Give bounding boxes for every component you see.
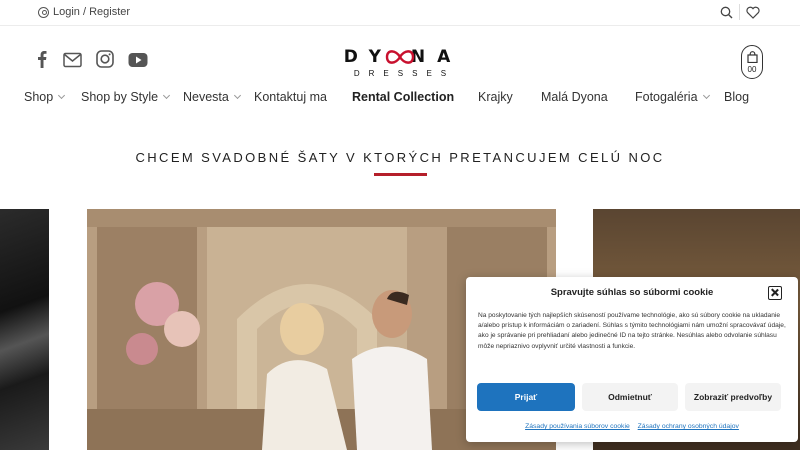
mail-icon[interactable] [63,51,82,69]
search-icon[interactable] [720,6,733,19]
nav-item-label: Krajky [478,90,513,104]
nav-item-kontaktuj-ma[interactable]: Kontaktuj ma [254,90,327,104]
site-logo[interactable]: DY NA DRESSES [330,47,470,78]
nav-item-krajky[interactable]: Krajky [478,90,513,104]
shopping-bag-icon [747,51,758,63]
accept-button[interactable]: Prijať [477,383,575,411]
nav-item-shop-by-style[interactable]: Shop by Style [81,90,171,104]
nav-item-label: Kontaktuj ma [254,90,327,104]
headline-underline [374,173,427,176]
nav-item-blog[interactable]: Blog [724,90,749,104]
nav-item-label: Blog [724,90,750,104]
youtube-icon[interactable] [128,51,148,69]
bow-icon [385,50,415,64]
logo-wordmark: DY NA [343,47,463,67]
cookie-title: Spravujte súhlas so súbormi cookie [550,287,714,298]
nav-item-label: Malá Dyona [541,90,608,104]
nav-item-shop[interactable]: Shop [24,90,66,104]
login-register-link[interactable]: Login / Register [38,6,130,18]
nav-item-nevesta[interactable]: Nevesta [183,90,241,104]
chevron-down-icon [233,91,241,100]
instagram-icon[interactable] [96,50,114,68]
nav-item-fotogaleria[interactable]: Fotogaléria [635,90,710,104]
gallery-image-left[interactable] [0,209,49,450]
cookie-consent-dialog: Spravujte súhlas so súbormi cookie Na po… [466,277,798,442]
wishlist-heart-icon[interactable] [746,6,760,19]
nav-item-label: Rental Collection [352,90,455,104]
user-icon [38,6,49,18]
facebook-icon[interactable] [37,50,47,68]
divider [739,4,740,20]
privacy-policy-link[interactable]: Zásady ochrany osobných údajov [638,423,739,430]
nav-item-label: Shop [24,90,54,104]
close-icon[interactable] [768,286,782,300]
chevron-down-icon [163,91,171,100]
cookie-policy-link[interactable]: Zásady používania súborov cookie [525,423,630,430]
top-bar: Login / Register [0,0,800,26]
preferences-button[interactable]: Zobraziť predvoľby [685,383,781,411]
nav-item-rental-collection[interactable]: Rental Collection [352,90,454,104]
nav-item-label: Shop by Style [81,90,159,104]
main-nav: Shop Shop by Style Nevesta Kontaktuj ma … [0,90,800,108]
login-register-label: Login / Register [53,6,131,18]
cookie-links: Zásady používania súborov cookie Zásady … [466,423,798,430]
chevron-down-icon [58,91,66,100]
logo-subtitle: DRESSES [353,69,456,78]
deny-button[interactable]: Odmietnuť [582,383,678,411]
chevron-down-icon [702,91,710,100]
nav-item-label: Nevesta [183,90,229,104]
cart-button[interactable]: 00 [741,45,763,79]
page-headline: CHCEM SVADOBNÉ ŠATY V KTORÝCH PRETANCUJE… [135,150,665,165]
nav-item-mala-dyona[interactable]: Malá Dyona [541,90,608,104]
nav-item-label: Fotogaléria [635,90,698,104]
cart-count: 00 [747,65,757,74]
cookie-description: Na poskytovanie tých najlepších skúsenos… [478,312,786,350]
